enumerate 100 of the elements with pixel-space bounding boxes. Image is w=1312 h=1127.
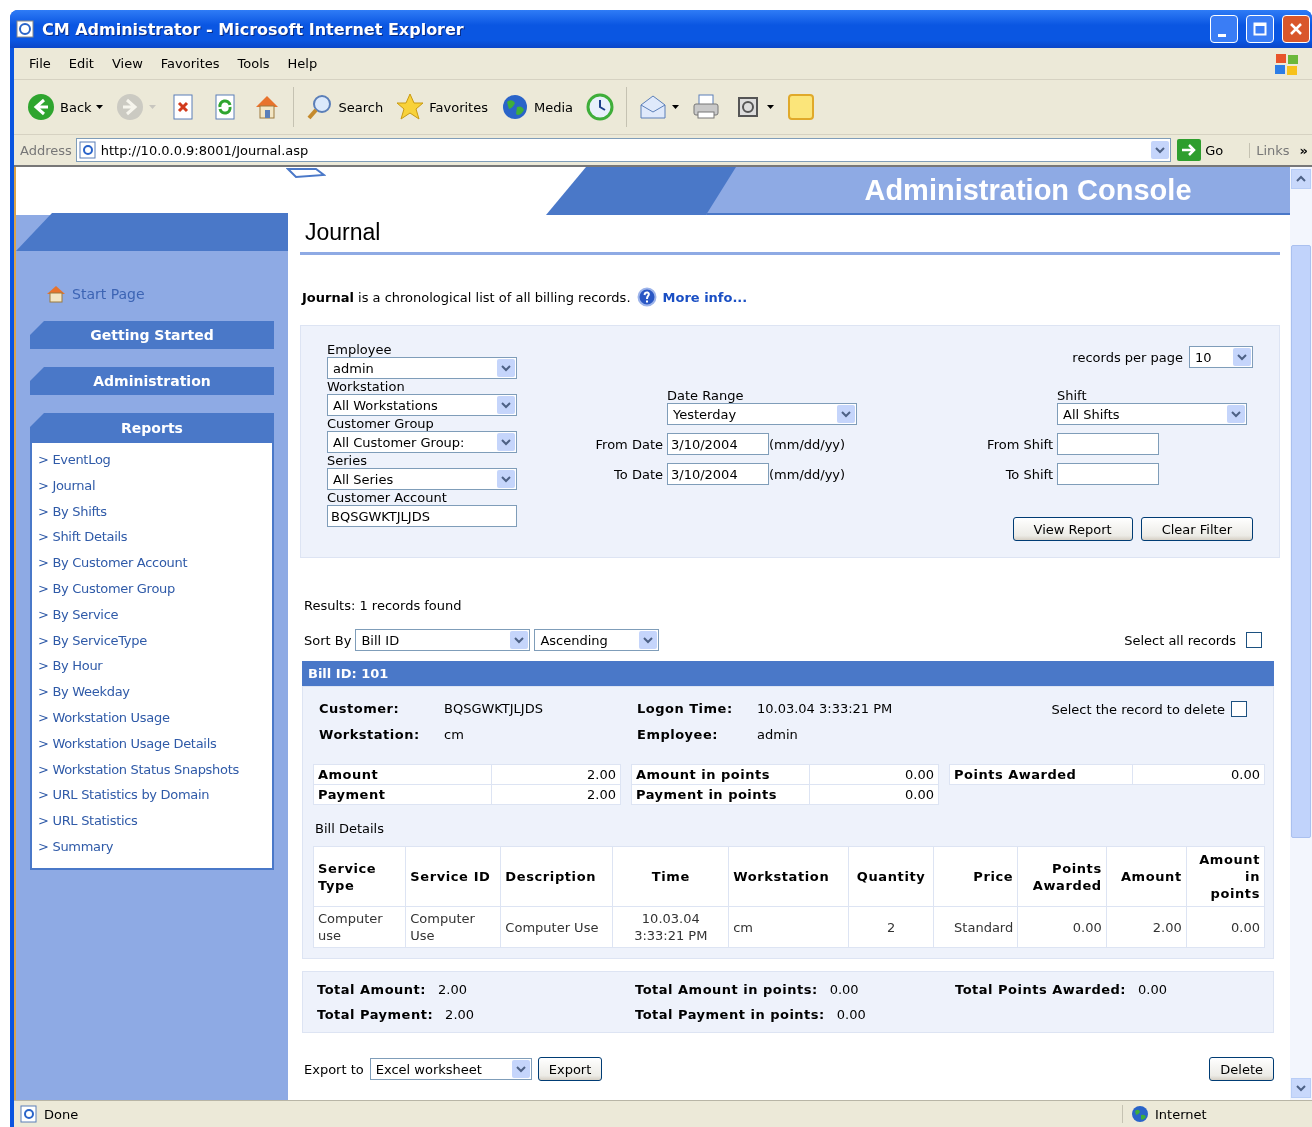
report-link[interactable]: > By ServiceType [38, 627, 272, 654]
column-header: Workstation [729, 847, 848, 906]
filter-button[interactable]: Clear Filter [1140, 517, 1253, 541]
select-field[interactable]: 10 [1189, 346, 1253, 368]
column-header: Description [501, 847, 613, 906]
total-value: 0.00 [836, 1007, 866, 1022]
date-field[interactable]: 3/10/2004 [667, 433, 769, 455]
report-link[interactable]: > Workstation Usage [38, 704, 272, 731]
summary-label: Amount [314, 765, 491, 784]
address-label: Address [20, 142, 72, 158]
menu-item[interactable]: View [102, 56, 152, 71]
favorites-button[interactable]: Favorites [391, 90, 492, 124]
info-value: cm [444, 727, 465, 742]
back-button[interactable]: Back [22, 90, 107, 124]
info-value: BQSGWKTJLJDS [444, 701, 544, 717]
table-cell: Standard [934, 907, 1018, 947]
export-button[interactable]: Export [537, 1057, 603, 1081]
report-link[interactable]: > By Weekday [38, 679, 272, 705]
export-format-select[interactable]: Excel worksheet [369, 1058, 532, 1080]
select-field[interactable]: All Customer Group: [327, 431, 517, 453]
sort-order-select[interactable]: Ascending [534, 629, 660, 651]
summary-value: 0.00 [809, 785, 939, 804]
select-field[interactable]: admin [327, 357, 517, 379]
table-cell: 2.00 [1106, 907, 1186, 947]
select-delete-label: Select the record to delete [1051, 701, 1225, 717]
input-field[interactable]: BQSGWKTJLJDS [327, 505, 517, 527]
report-link[interactable]: > By Customer Account [38, 550, 272, 576]
field-label: Customer Group [327, 416, 435, 431]
field-label: Workstation [327, 379, 406, 394]
info-label: Employee: [637, 727, 719, 742]
select-field[interactable]: All Shifts [1057, 403, 1247, 425]
field-label: records per page [1072, 349, 1183, 365]
info-label: Logon Time: [637, 701, 734, 717]
report-link[interactable]: > URL Statistics by Domain [38, 782, 272, 809]
page-title: Journal [300, 213, 1280, 255]
select-all-label: Select all records [1124, 632, 1236, 648]
links-button[interactable]: Links [1249, 142, 1296, 158]
more-info-link[interactable]: More info... [662, 289, 748, 305]
menu-item[interactable]: File [20, 56, 60, 71]
chevron-button[interactable]: » [1299, 142, 1308, 158]
field-label: To Date [613, 466, 664, 482]
report-link[interactable]: > Workstation Status Snapshots [38, 756, 272, 783]
results-count: Results: 1 records found [304, 598, 463, 613]
report-link[interactable]: > EventLog [38, 447, 272, 473]
report-link[interactable]: > Summary [38, 833, 272, 860]
report-link[interactable]: > Workstation Usage Details [38, 730, 272, 757]
go-button[interactable]: Go [1175, 139, 1246, 161]
window-title: CM Administrator - Microsoft Internet Explorer [42, 19, 465, 39]
column-header: Service Type [314, 847, 406, 906]
select-field[interactable]: All Series [327, 468, 517, 490]
column-header: Quantity [848, 847, 934, 906]
summary-label: Payment [314, 785, 491, 804]
select-field[interactable]: All Workstations [327, 394, 517, 416]
report-link[interactable]: > By Customer Group [38, 576, 272, 602]
menu-item[interactable]: Favorites [151, 56, 229, 71]
table-cell: Computer use [314, 907, 406, 947]
column-header: Time [613, 847, 729, 906]
total-label: Total Payment in points: [635, 1007, 825, 1022]
filter-button[interactable]: View Report [1012, 517, 1133, 541]
media-button[interactable]: Media [495, 90, 577, 124]
column-header: Price [934, 847, 1018, 906]
summary-value: 0.00 [809, 765, 939, 784]
report-link[interactable]: > By Shifts [38, 498, 272, 525]
report-link[interactable]: > URL Statistics [38, 808, 272, 834]
summary-label: Amount in points [632, 765, 809, 784]
sidebar-section-button[interactable]: Getting Started [30, 321, 274, 349]
select-field[interactable]: Yesterday [667, 403, 857, 425]
address-field[interactable]: http://10.0.0.9:8001/Journal.asp [75, 138, 1172, 162]
table-cell: 0.00 [1018, 907, 1106, 947]
total-value: 2.00 [438, 982, 467, 997]
column-header: Amount [1106, 847, 1186, 906]
field-label: Customer Account [327, 490, 448, 505]
field-label: Date Range [667, 388, 745, 403]
export-label: Export to [304, 1061, 364, 1077]
report-link[interactable]: > Journal [38, 472, 272, 499]
total-label: Total Payment: [317, 1007, 434, 1022]
info-value: 10.03.04 3:33:21 PM [757, 701, 894, 717]
menu-item[interactable]: Help [278, 56, 327, 71]
sort-label: Sort By [304, 632, 352, 648]
table-cell: 10.03.04 3:33:21 PM [613, 907, 729, 947]
zone-text: Internet [1155, 1106, 1207, 1122]
total-label: Total Points Awarded: [955, 982, 1127, 997]
delete-button[interactable]: Delete [1209, 1057, 1274, 1081]
report-link[interactable]: > By Service [38, 601, 272, 628]
field-label: To Shift [1004, 466, 1054, 482]
report-link[interactable]: > By Hour [38, 653, 272, 680]
info-label: Workstation: [319, 727, 421, 742]
summary-value: 0.00 [1132, 765, 1264, 784]
total-value: 2.00 [445, 1007, 475, 1022]
search-button[interactable]: Search [300, 90, 388, 124]
menu-item[interactable]: Edit [59, 56, 103, 71]
sidebar-section-button[interactable]: Administration [30, 367, 274, 395]
table-cell: Computer Use [406, 907, 501, 947]
date-field[interactable]: 3/10/2004 [667, 463, 769, 485]
sort-field-select[interactable]: Bill ID [355, 629, 531, 651]
report-link[interactable]: > Shift Details [38, 524, 272, 551]
intro-text: Journal is a chronological list of all billing records. [302, 289, 631, 305]
menu-item[interactable]: Tools [228, 56, 279, 71]
summary-label: Payment in points [632, 785, 809, 804]
total-label: Total Amount in points: [635, 982, 818, 997]
